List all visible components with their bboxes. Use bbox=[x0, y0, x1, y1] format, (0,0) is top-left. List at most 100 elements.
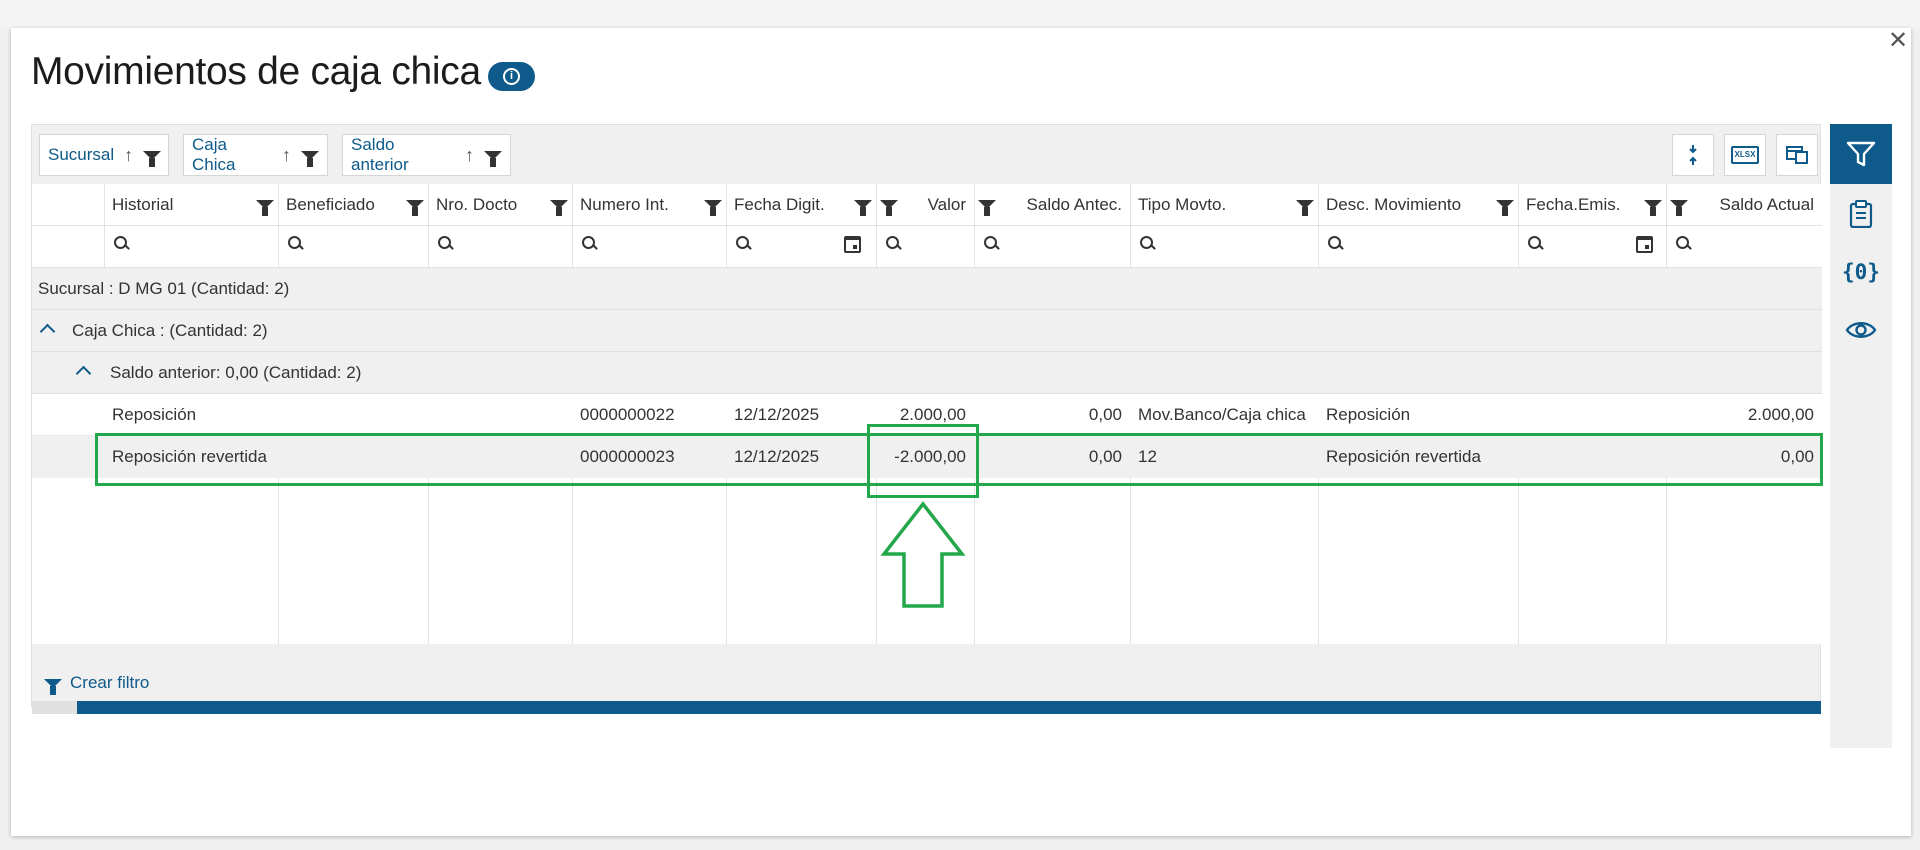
column-header-label: Historial bbox=[112, 194, 174, 214]
export-xlsx-icon: XLSX bbox=[1730, 146, 1760, 164]
sort-asc-icon[interactable]: ↑ bbox=[124, 145, 133, 166]
group-chip-label: Saldo anterior bbox=[351, 135, 409, 174]
cell-saldo-actual: 2.000,00 bbox=[1747, 405, 1814, 424]
group-chip-label: Sucursal bbox=[48, 145, 115, 164]
table-row[interactable]: Reposición revertida 0000000023 12/12/20… bbox=[32, 436, 1822, 478]
close-icon[interactable]: ✕ bbox=[1885, 28, 1911, 54]
cell-historial: Reposición bbox=[112, 405, 197, 424]
cell-saldo-antec: 0,00 bbox=[1088, 447, 1122, 466]
column-header-numero-int[interactable]: Numero Int. bbox=[572, 184, 726, 225]
side-preview-button[interactable] bbox=[1830, 300, 1892, 360]
filter-icon[interactable] bbox=[1644, 200, 1662, 216]
filter-row bbox=[32, 225, 1822, 268]
filter-icon[interactable] bbox=[484, 150, 502, 167]
search-icon[interactable] bbox=[288, 236, 304, 252]
filter-icon[interactable] bbox=[406, 200, 424, 216]
column-header-saldo-antec[interactable]: Saldo Antec. bbox=[974, 184, 1130, 225]
cell-valor: -2.000,00 bbox=[894, 447, 966, 466]
column-header-label: Beneficiado bbox=[286, 194, 375, 214]
cell-saldo-antec: 0,00 bbox=[1088, 405, 1122, 424]
column-header-tipo-movto[interactable]: Tipo Movto. bbox=[1130, 184, 1318, 225]
column-header-label: Saldo Antec. bbox=[1026, 194, 1122, 214]
filter-icon[interactable] bbox=[1296, 200, 1314, 216]
column-header-saldo-actual[interactable]: Saldo Actual bbox=[1666, 184, 1822, 225]
search-icon[interactable] bbox=[984, 236, 1000, 252]
filter-icon[interactable] bbox=[1496, 200, 1514, 216]
group-chip-label: Caja Chica bbox=[192, 135, 236, 174]
search-icon[interactable] bbox=[1140, 236, 1156, 252]
cell-tipo-movto: 12 bbox=[1138, 447, 1157, 466]
filter-icon[interactable] bbox=[978, 200, 996, 216]
chevron-up-icon[interactable] bbox=[75, 365, 92, 381]
cell-fecha-emis bbox=[1518, 394, 1666, 436]
search-icon[interactable] bbox=[1528, 236, 1544, 252]
group-row-label: Saldo anterior: 0,00 (Cantidad: 2) bbox=[110, 362, 362, 382]
clipboard-icon bbox=[1849, 200, 1873, 228]
column-header-nro-docto[interactable]: Nro. Docto bbox=[428, 184, 572, 225]
column-header-beneficiado[interactable]: Beneficiado bbox=[278, 184, 428, 225]
side-panel: {0} bbox=[1830, 124, 1892, 748]
side-clipboard-button[interactable] bbox=[1830, 184, 1892, 244]
calendar-icon[interactable] bbox=[844, 236, 861, 253]
column-chooser-button[interactable] bbox=[1776, 134, 1818, 176]
cell-beneficiado bbox=[278, 436, 428, 478]
filter-icon[interactable] bbox=[550, 200, 568, 216]
column-header-valor[interactable]: Valor bbox=[876, 184, 974, 225]
search-icon[interactable] bbox=[886, 236, 902, 252]
cell-fecha-digit: 12/12/2025 bbox=[734, 405, 820, 424]
group-row-sucursal[interactable]: Sucursal : D MG 01 (Cantidad: 2) bbox=[32, 268, 1822, 310]
column-header-fecha-digit[interactable]: Fecha Digit. bbox=[726, 184, 876, 225]
column-header-label: Fecha Digit. bbox=[734, 194, 825, 214]
filter-icon[interactable] bbox=[301, 150, 319, 167]
group-row-caja-chica[interactable]: Caja Chica : (Cantidad: 2) bbox=[32, 310, 1822, 352]
group-row-label: Sucursal : D MG 01 (Cantidad: 2) bbox=[38, 278, 290, 298]
info-icon: i bbox=[503, 68, 520, 85]
group-row-saldo-anterior[interactable]: Saldo anterior: 0,00 (Cantidad: 2) bbox=[32, 352, 1822, 394]
sort-asc-icon[interactable]: ↑ bbox=[282, 145, 291, 166]
column-header-label: Desc. Movimiento bbox=[1326, 194, 1462, 214]
search-icon[interactable] bbox=[114, 236, 130, 252]
cell-fecha-digit: 12/12/2025 bbox=[734, 447, 820, 466]
horizontal-scrollbar[interactable] bbox=[77, 701, 1821, 714]
create-filter-button[interactable]: Crear filtro bbox=[44, 673, 150, 695]
search-icon[interactable] bbox=[582, 236, 598, 252]
column-header-label: Tipo Movto. bbox=[1138, 194, 1227, 214]
table-row[interactable]: Reposición 0000000022 12/12/2025 2.000,0… bbox=[32, 394, 1822, 436]
column-header-desc-movimiento[interactable]: Desc. Movimiento bbox=[1318, 184, 1518, 225]
filter-icon[interactable] bbox=[854, 200, 872, 216]
eye-icon bbox=[1845, 322, 1877, 338]
chevron-up-icon[interactable] bbox=[39, 323, 56, 339]
search-icon[interactable] bbox=[1676, 236, 1692, 252]
export-xlsx-button[interactable]: XLSX bbox=[1724, 134, 1766, 176]
arrow-up-annotation-icon bbox=[880, 501, 966, 608]
column-header-label: Nro. Docto bbox=[436, 194, 518, 214]
top-strip bbox=[0, 0, 1920, 28]
column-header-historial[interactable]: Historial bbox=[104, 184, 278, 225]
scrollbar-track bbox=[32, 701, 77, 714]
cell-fecha-emis bbox=[1518, 436, 1666, 478]
group-chip-sucursal[interactable]: Sucursal ↑ bbox=[39, 134, 169, 176]
filter-icon[interactable] bbox=[704, 200, 722, 216]
collapse-rows-button[interactable] bbox=[1672, 134, 1714, 176]
side-variables-button[interactable]: {0} bbox=[1830, 242, 1892, 302]
side-filter-button[interactable] bbox=[1830, 124, 1892, 184]
column-header-fecha-emis[interactable]: Fecha.Emis. bbox=[1518, 184, 1666, 225]
cell-desc-movimiento: Reposición bbox=[1326, 405, 1411, 424]
search-icon[interactable] bbox=[736, 236, 752, 252]
filter-icon[interactable] bbox=[1670, 200, 1688, 216]
search-icon[interactable] bbox=[1328, 236, 1344, 252]
info-button[interactable]: i bbox=[488, 62, 535, 91]
sort-asc-icon[interactable]: ↑ bbox=[465, 145, 474, 166]
filter-icon[interactable] bbox=[880, 200, 898, 216]
filter-icon[interactable] bbox=[143, 150, 162, 167]
cell-beneficiado bbox=[278, 394, 428, 436]
calendar-icon[interactable] bbox=[1636, 236, 1653, 253]
filter-icon[interactable] bbox=[256, 200, 274, 216]
group-chip-caja-chica[interactable]: Caja Chica ↑ bbox=[183, 134, 328, 176]
group-chip-saldo-anterior[interactable]: Saldo anterior ↑ bbox=[342, 134, 511, 176]
column-header-label: Valor bbox=[927, 194, 966, 214]
cell-saldo-actual: 0,00 bbox=[1780, 447, 1814, 466]
variables-icon: {0} bbox=[1842, 260, 1880, 284]
search-icon[interactable] bbox=[438, 236, 454, 252]
create-filter-label: Crear filtro bbox=[70, 673, 150, 692]
